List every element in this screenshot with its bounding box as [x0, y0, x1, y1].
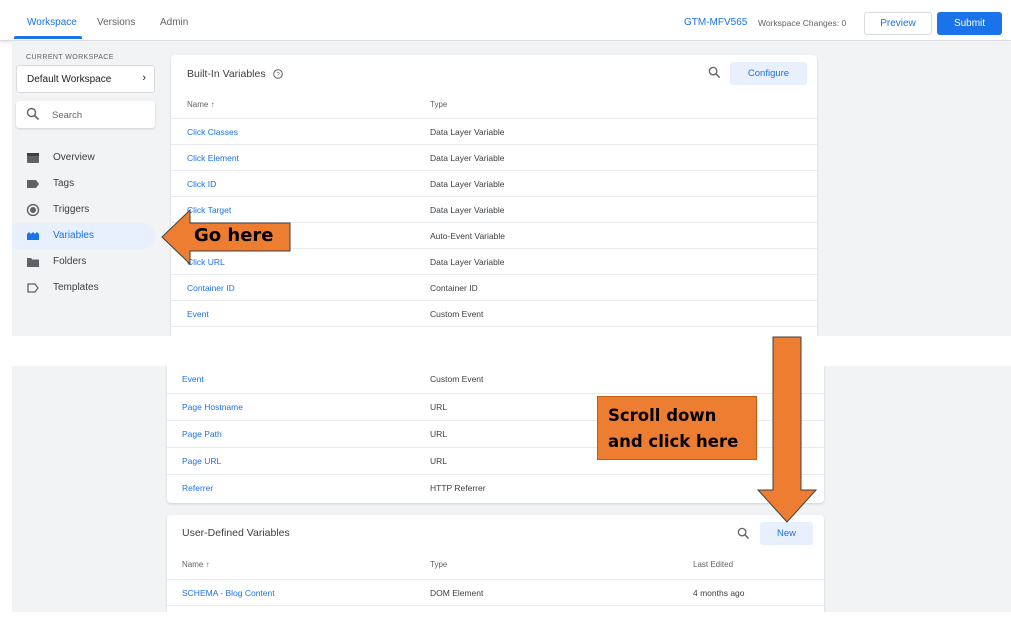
- table-row[interactable]: Event Custom Event: [171, 300, 817, 327]
- variable-type: Custom Event: [430, 309, 484, 319]
- tag-icon: [27, 180, 39, 188]
- tab-workspace[interactable]: Workspace: [27, 17, 77, 28]
- variable-type: URL: [430, 402, 448, 412]
- go-here-label: Go here: [194, 225, 274, 246]
- column-header-name[interactable]: Name ↑: [187, 100, 215, 109]
- column-header-last-edited: Last Edited: [693, 560, 734, 569]
- column-header-type: Type: [430, 560, 448, 569]
- column-header-type: Type: [430, 100, 448, 109]
- search-placeholder: Search: [52, 110, 83, 121]
- workspace-name: Default Workspace: [27, 74, 112, 85]
- folder-icon: [27, 258, 39, 267]
- user-defined-variables-title: User-Defined Variables: [182, 527, 290, 539]
- sidebar-item-variables[interactable]: Variables: [12, 223, 155, 249]
- variable-last-edited: 4 months ago: [693, 588, 745, 598]
- chevron-right-icon: ›: [142, 72, 146, 84]
- sidebar-item-label: Overview: [53, 152, 95, 163]
- variable-name-link[interactable]: Event: [182, 374, 204, 384]
- sidebar-search[interactable]: Search: [16, 101, 155, 128]
- variable-name-link[interactable]: Click Element: [187, 153, 239, 163]
- table-row[interactable]: Event Custom Event: [167, 366, 824, 392]
- variable-name-link[interactable]: Page URL: [182, 456, 221, 466]
- table-row[interactable]: Click Classes Data Layer Variable: [171, 118, 817, 145]
- variable-type: Data Layer Variable: [430, 179, 505, 189]
- sidebar-item-label: Triggers: [53, 204, 90, 215]
- trigger-icon: [26, 204, 40, 216]
- variable-type: HTTP Referrer: [430, 483, 486, 493]
- sidebar-item-label: Variables: [53, 230, 94, 241]
- workspace-selector[interactable]: Default Workspace ›: [16, 65, 155, 93]
- variable-type: Auto-Event Variable: [430, 231, 505, 241]
- scroll-line-1: Scroll down: [608, 406, 717, 425]
- builtin-variables-title: Built-In Variables: [187, 68, 266, 80]
- current-workspace-label: CURRENT WORKSPACE: [26, 54, 114, 61]
- submit-button[interactable]: Submit: [937, 12, 1002, 35]
- variable-name-link[interactable]: Page Hostname: [182, 402, 243, 412]
- tab-versions[interactable]: Versions: [97, 17, 135, 28]
- sidebar-item-label: Tags: [53, 178, 75, 189]
- sidebar-item-tags[interactable]: Tags: [12, 171, 155, 197]
- variable-type: URL: [430, 456, 448, 466]
- configure-button[interactable]: Configure: [730, 62, 807, 85]
- user-defined-variables-card: User-Defined Variables New Name ↑ Type L…: [167, 515, 824, 612]
- sidebar-item-triggers[interactable]: Triggers: [12, 197, 155, 223]
- variable-type: Data Layer Variable: [430, 153, 505, 163]
- variable-name-link[interactable]: Click Classes: [187, 127, 238, 137]
- tab-admin[interactable]: Admin: [160, 17, 188, 28]
- variable-name-link[interactable]: SCHEMA - Blog Content: [182, 588, 275, 598]
- template-icon: [27, 283, 39, 293]
- table-row[interactable]: Click ID Data Layer Variable: [171, 170, 817, 197]
- search-icon[interactable]: [708, 66, 721, 79]
- table-row[interactable]: Click Element Data Layer Variable: [171, 144, 817, 171]
- scroll-down-label: Scroll down and click here: [608, 403, 758, 455]
- table-row: [167, 605, 824, 612]
- preview-button[interactable]: Preview: [864, 12, 932, 35]
- column-header-name[interactable]: Name ↑: [182, 560, 210, 569]
- new-variable-button[interactable]: New: [760, 522, 813, 545]
- variable-type: Data Layer Variable: [430, 205, 505, 215]
- sidebar-item-label: Templates: [53, 282, 99, 293]
- variables-icon: [27, 232, 39, 240]
- sidebar-item-folders[interactable]: Folders: [12, 249, 155, 275]
- scroll-line-2: and click here: [608, 432, 739, 451]
- sidebar-item-label: Folders: [53, 256, 87, 267]
- variable-type: Data Layer Variable: [430, 127, 505, 137]
- builtin-variables-card: Built-In Variables ? Configure Name ↑ Ty…: [171, 55, 817, 336]
- search-icon[interactable]: [737, 527, 750, 540]
- scroll-down-arrow: [756, 336, 818, 523]
- table-row[interactable]: Container ID Container ID: [171, 274, 817, 301]
- variable-name-link[interactable]: Page Path: [182, 429, 222, 439]
- overview-icon: [27, 153, 39, 163]
- workspace-panel-top: CURRENT WORKSPACE Default Workspace › Se…: [12, 41, 1011, 336]
- variable-type: Container ID: [430, 283, 478, 293]
- variable-type: Data Layer Variable: [430, 257, 505, 267]
- variable-name-link[interactable]: Referrer: [182, 483, 213, 493]
- variable-type: URL: [430, 429, 448, 439]
- table-row[interactable]: SCHEMA - Blog Content DOM Element 4 mont…: [167, 579, 824, 606]
- table-row: [171, 326, 817, 336]
- variable-name-link[interactable]: Event: [187, 309, 209, 319]
- help-icon[interactable]: ?: [273, 69, 283, 79]
- variable-name-link[interactable]: Click ID: [187, 179, 216, 189]
- sidebar-item-overview[interactable]: Overview: [12, 145, 155, 171]
- workspace-panel-bottom: Event Custom Event Page Hostname URL Pag…: [12, 366, 1011, 612]
- search-icon: [26, 107, 40, 121]
- top-bar: Workspace Versions Admin GTM-MFV565 Work…: [0, 0, 1011, 41]
- variable-type: Custom Event: [430, 374, 484, 384]
- sidebar-item-templates[interactable]: Templates: [12, 275, 155, 301]
- workspace-changes-count: Workspace Changes: 0: [758, 18, 847, 28]
- active-tab-indicator: [14, 36, 82, 39]
- variable-name-link[interactable]: Container ID: [187, 283, 235, 293]
- container-id-link[interactable]: GTM-MFV565: [684, 17, 747, 28]
- variable-type: DOM Element: [430, 588, 484, 598]
- table-row[interactable]: Referrer HTTP Referrer: [167, 474, 824, 501]
